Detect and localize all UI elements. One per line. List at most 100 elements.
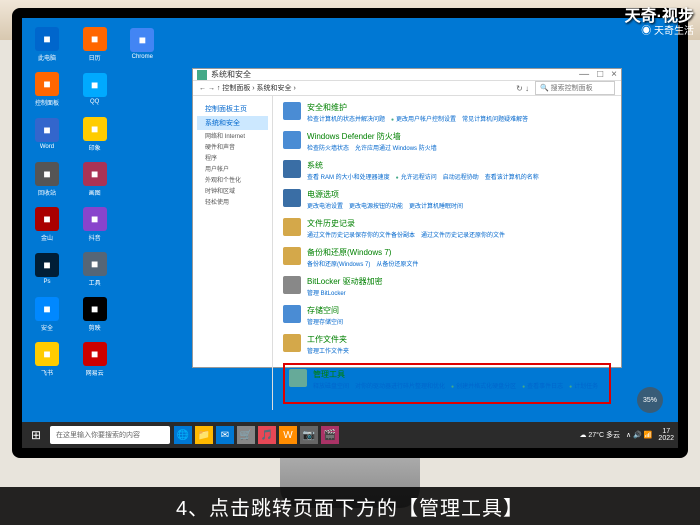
- sidebar-item[interactable]: 外观和个性化: [197, 174, 268, 185]
- shield-icon: [197, 70, 207, 80]
- desktop-icon[interactable]: ■飞书: [27, 338, 67, 380]
- desktop-icon[interactable]: ■Chrome: [122, 23, 162, 65]
- category-link[interactable]: 常见计算机问题疑难解答: [462, 114, 528, 123]
- category-link[interactable]: 查看 RAM 的大小和处理器速度: [307, 172, 390, 181]
- category: 文件历史记录通过文件历史记录保存你的文件备份副本通过文件历史记录还原你的文件: [283, 218, 611, 239]
- category-title[interactable]: 系统: [307, 160, 611, 171]
- zoom-badge[interactable]: 35%: [637, 387, 663, 413]
- desktop-icon[interactable]: ■控制面板: [27, 68, 67, 110]
- category-title[interactable]: 文件历史记录: [307, 218, 611, 229]
- sidebar-item[interactable]: 时钟和区域: [197, 185, 268, 196]
- category: 安全和维护检查计算机的状态并解决问题更改用户帐户控制设置常见计算机问题疑难解答: [283, 102, 611, 123]
- sidebar-item[interactable]: 轻松使用: [197, 196, 268, 207]
- category-link[interactable]: 启动远程协助: [443, 172, 479, 181]
- taskbar-app-icon[interactable]: ✉: [216, 426, 234, 444]
- desktop-icon[interactable]: ■网易云: [75, 338, 115, 380]
- category: 系统查看 RAM 的大小和处理器速度允许远程访问启动远程协助查看该计算机的名称: [283, 160, 611, 181]
- desktop-icon[interactable]: ■QQ: [75, 68, 115, 110]
- category: 工作文件夹管理工作文件夹: [283, 334, 611, 355]
- desktop-icon[interactable]: ■安全: [27, 293, 67, 335]
- sidebar-item[interactable]: 硬件和声音: [197, 141, 268, 152]
- category: 存储空间管理存储空间: [283, 305, 611, 326]
- category-icon: [283, 247, 301, 265]
- category-link[interactable]: 更改用户帐户控制设置: [391, 114, 456, 123]
- sidebar-item[interactable]: 网络和 Internet: [197, 130, 268, 141]
- desktop-icon[interactable]: ■印象: [75, 113, 115, 155]
- maximize-button[interactable]: □: [597, 69, 603, 80]
- category-title[interactable]: BitLocker 驱动器加密: [307, 276, 611, 287]
- category-icon: [283, 276, 301, 294]
- taskbar-app-icon[interactable]: 🌐: [174, 426, 192, 444]
- taskbar-app-icon[interactable]: 📷: [300, 426, 318, 444]
- category-icon: [283, 131, 301, 149]
- addressbar: ← → ↑ 控制面板 › 系统和安全 › ↻ ↓: [193, 81, 621, 96]
- clock[interactable]: 17 2022: [658, 428, 674, 442]
- category: Windows Defender 防火墙检查防火墙状态允许应用通过 Window…: [283, 131, 611, 152]
- category-icon: [283, 160, 301, 178]
- breadcrumb[interactable]: ← → ↑ 控制面板 › 系统和安全 ›: [199, 83, 510, 93]
- titlebar: 系统和安全 — □ ×: [193, 69, 621, 81]
- minimize-button[interactable]: —: [579, 69, 589, 80]
- category-link[interactable]: 通过文件历史记录还原你的文件: [421, 230, 505, 239]
- sidebar-home[interactable]: 控制面板主页: [197, 102, 268, 116]
- sidebar-item-active[interactable]: 系统和安全: [197, 116, 268, 130]
- tray-icons[interactable]: ∧ 🔊 📶: [626, 431, 652, 439]
- category-link[interactable]: 查看该计算机的名称: [485, 172, 539, 181]
- category-title[interactable]: 工作文件夹: [307, 334, 611, 345]
- refresh-icon[interactable]: ↻ ↓: [516, 84, 529, 93]
- admin-tool-link[interactable]: 查看事件日志: [522, 381, 563, 390]
- admin-tool-link[interactable]: 计划任务: [569, 381, 598, 390]
- category-link[interactable]: 更改计算机睡眠时间: [409, 201, 463, 210]
- taskbar-app-icon[interactable]: 📁: [195, 426, 213, 444]
- desktop-icon[interactable]: ■画图: [75, 158, 115, 200]
- category-link[interactable]: 检查计算机的状态并解决问题: [307, 114, 385, 123]
- sidebar-item[interactable]: 程序: [197, 152, 268, 163]
- category-title[interactable]: 备份和还原(Windows 7): [307, 247, 611, 258]
- category-link[interactable]: 更改电池设置: [307, 201, 343, 210]
- taskbar-app-icon[interactable]: 🛒: [237, 426, 255, 444]
- search-input[interactable]: [535, 81, 615, 95]
- category-link[interactable]: 允许应用通过 Windows 防火墙: [355, 143, 437, 152]
- close-button[interactable]: ×: [611, 69, 617, 80]
- admin-tool-link[interactable]: 创建并格式化硬盘分区: [451, 381, 516, 390]
- admin-tool-link[interactable]: 对你的驱动器进行碎片整理和优化: [355, 381, 445, 390]
- admin-tools-title[interactable]: 管理工具: [313, 369, 605, 380]
- category-link[interactable]: 管理 BitLocker: [307, 288, 346, 297]
- category-title[interactable]: 安全和维护: [307, 102, 611, 113]
- desktop-icon[interactable]: ■日历: [75, 23, 115, 65]
- content-area: 安全和维护检查计算机的状态并解决问题更改用户帐户控制设置常见计算机问题疑难解答 W…: [273, 96, 621, 410]
- category-link[interactable]: 管理存储空间: [307, 317, 343, 326]
- taskbar-app-icon[interactable]: W: [279, 426, 297, 444]
- admin-tool-link[interactable]: 释放磁盘空间: [313, 381, 349, 390]
- desktop-icon[interactable]: ■Word: [27, 113, 67, 155]
- taskbar-app-icon[interactable]: 🎬: [321, 426, 339, 444]
- desktop-icon[interactable]: ■Ps: [27, 248, 67, 290]
- desktop-icon[interactable]: ■工具: [75, 248, 115, 290]
- sidebar-item[interactable]: 用户帐户: [197, 163, 268, 174]
- category-link[interactable]: 允许远程访问: [396, 172, 437, 181]
- desktop-icon[interactable]: ■回收站: [27, 158, 67, 200]
- admin-tools-highlight: 管理工具 释放磁盘空间对你的驱动器进行碎片整理和优化创建并格式化硬盘分区查看事件…: [283, 363, 611, 404]
- weather-widget[interactable]: ☁ 27°C 多云: [579, 430, 620, 440]
- desktop-icon[interactable]: ■此电脑: [27, 23, 67, 65]
- taskbar-app-icon[interactable]: 🎵: [258, 426, 276, 444]
- category: 备份和还原(Windows 7)备份和还原(Windows 7)从备份还原文件: [283, 247, 611, 268]
- taskbar-search[interactable]: 在这里输入你要搜索的内容: [50, 426, 170, 444]
- category-icon: [283, 305, 301, 323]
- category-link[interactable]: 从备份还原文件: [376, 259, 418, 268]
- desktop-icon[interactable]: ■金山: [27, 203, 67, 245]
- desktop-icon[interactable]: ■抖音: [75, 203, 115, 245]
- category-link[interactable]: 备份和还原(Windows 7): [307, 259, 370, 268]
- category-title[interactable]: 电源选项: [307, 189, 611, 200]
- category-link[interactable]: 检查防火墙状态: [307, 143, 349, 152]
- category-link[interactable]: 通过文件历史记录保存你的文件备份副本: [307, 230, 415, 239]
- category-link[interactable]: 管理工作文件夹: [307, 346, 349, 355]
- start-button[interactable]: ⊞: [26, 425, 46, 445]
- category-link[interactable]: 更改电源按钮的功能: [349, 201, 403, 210]
- desktop-icon[interactable]: ■剪映: [75, 293, 115, 335]
- desktop-icons: ■此电脑■控制面板■Word■回收站■金山■Ps■安全■飞书■日历■QQ■印象■…: [27, 23, 167, 403]
- taskbar: ⊞ 在这里输入你要搜索的内容 🌐📁✉🛒🎵W📷🎬 ☁ 27°C 多云 ∧ 🔊 📶 …: [22, 422, 678, 448]
- sidebar: 控制面板主页 系统和安全 网络和 Internet硬件和声音程序用户帐户外观和个…: [193, 96, 273, 410]
- category-title[interactable]: 存储空间: [307, 305, 611, 316]
- category-title[interactable]: Windows Defender 防火墙: [307, 131, 611, 142]
